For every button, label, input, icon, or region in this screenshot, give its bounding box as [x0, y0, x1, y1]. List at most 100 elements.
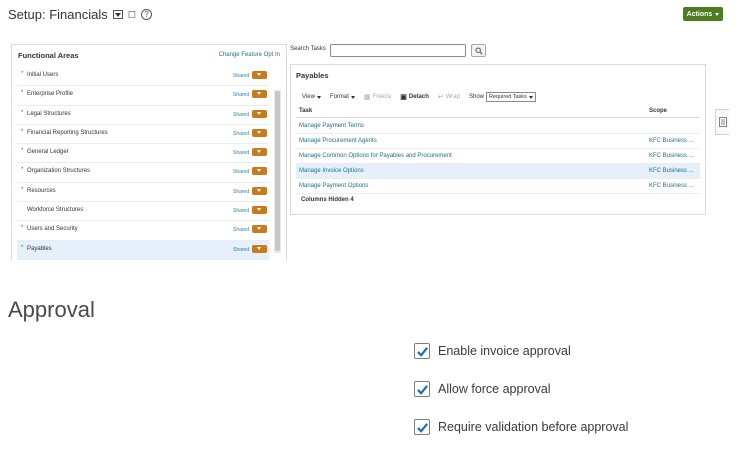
table-row[interactable]: Manage Payment Options KFC Business ... — [296, 179, 700, 194]
functional-area-row[interactable]: * Organization Structures Shared — [17, 163, 269, 183]
show-select[interactable]: Required Tasks — [486, 92, 536, 102]
checkmark-icon — [416, 422, 428, 433]
functional-area-row[interactable]: * Financial Reporting Structures Shared — [17, 125, 269, 145]
approval-checkbox[interactable] — [414, 419, 430, 435]
functional-area-label: Financial Reporting Structures — [27, 129, 108, 136]
wrap-label: Wrap — [445, 94, 460, 100]
row-menu-toggle-icon[interactable] — [252, 148, 267, 157]
functional-area-row[interactable]: * Payables Shared — [17, 240, 269, 260]
actions-button[interactable]: Actions — [683, 7, 723, 21]
chevron-down-icon — [316, 95, 321, 99]
row-menu-toggle-icon[interactable] — [252, 167, 267, 176]
checkmark-icon — [416, 384, 428, 395]
change-feature-opt-in-link[interactable]: Change Feature Opt In — [219, 52, 280, 58]
functional-area-row[interactable]: * Legal Structures Shared — [17, 106, 269, 125]
page-title: Setup: Financials — [8, 7, 108, 22]
required-icon: * — [21, 167, 24, 174]
functional-areas-scrollbar-thumb[interactable] — [275, 91, 280, 251]
functional-area-row[interactable]: * Enterprise Profile Shared — [17, 86, 269, 106]
freeze-button[interactable]: ▦ Freeze — [364, 93, 391, 101]
required-icon: * — [21, 225, 24, 232]
functional-area-status: Shared — [233, 150, 250, 157]
required-icon: * — [21, 186, 24, 193]
checkmark-icon — [416, 346, 428, 357]
show-select-value: Required Tasks — [489, 94, 527, 100]
required-icon: * — [21, 128, 24, 135]
payables-panel: Payables View Format ▦ Freeze ▣ Detach ↵… — [290, 64, 706, 215]
format-menu[interactable]: Format — [330, 94, 355, 100]
approval-option[interactable]: Enable invoice approval — [414, 343, 571, 359]
approval-checkbox[interactable] — [414, 343, 430, 359]
row-menu-toggle-icon[interactable] — [252, 90, 267, 99]
required-icon: * — [21, 71, 24, 77]
task-link[interactable]: Manage Procurement Agents — [299, 138, 377, 144]
approval-option-label: Allow force approval — [438, 382, 551, 396]
table-row[interactable]: Manage Common Options for Payables and P… — [296, 149, 700, 164]
row-menu-toggle-icon[interactable] — [252, 225, 267, 234]
task-link[interactable]: Manage Invoice Options — [299, 168, 364, 174]
freeze-label: Freeze — [372, 94, 392, 100]
task-link[interactable]: Manage Common Options for Payables and P… — [299, 153, 452, 159]
functional-area-row[interactable]: * General Ledger Shared — [17, 144, 269, 164]
show-label: Show — [468, 94, 484, 100]
task-link[interactable]: Manage Payment Options — [299, 183, 368, 189]
table-row[interactable]: Manage Payment Terms — [296, 119, 700, 134]
column-header-scope[interactable]: Scope — [649, 108, 667, 114]
functional-area-status: Shared — [233, 111, 250, 118]
functional-area-label: Users and Security — [27, 226, 78, 233]
row-menu-toggle-icon[interactable] — [252, 71, 267, 79]
format-menu-label: Format — [329, 94, 349, 100]
payables-title: Payables — [296, 71, 329, 80]
actions-button-label: Actions — [686, 10, 713, 18]
functional-area-status: Shared — [233, 130, 250, 137]
functional-area-row[interactable]: * Initial Users Shared — [17, 67, 269, 87]
scope-link[interactable]: KFC Business ... — [649, 183, 694, 189]
wrap-icon: ↵ — [437, 94, 444, 101]
table-row[interactable]: Manage Procurement Agents KFC Business ..… — [296, 134, 700, 149]
search-tasks-input[interactable] — [330, 44, 466, 57]
row-menu-toggle-icon[interactable] — [252, 186, 267, 195]
row-menu-toggle-icon[interactable] — [252, 128, 267, 137]
required-icon: * — [21, 148, 24, 155]
functional-area-label: General Ledger — [27, 149, 69, 156]
required-icon: * — [21, 244, 24, 251]
row-menu-toggle-icon[interactable] — [252, 206, 267, 215]
freeze-icon: ▦ — [363, 94, 371, 101]
functional-area-row[interactable]: * Users and Security Shared — [17, 221, 269, 241]
page-title-bar: Setup: Financials ◻ ? — [8, 7, 153, 22]
help-icon[interactable]: ? — [141, 9, 153, 20]
approval-section-title: Approval — [8, 297, 95, 322]
chevron-down-icon — [350, 95, 355, 99]
functional-area-status: Shared — [233, 246, 250, 253]
scope-link[interactable]: KFC Business ... — [649, 138, 694, 144]
approval-option[interactable]: Require validation before approval — [414, 419, 628, 435]
table-row[interactable]: Manage Invoice Options KFC Business ... — [296, 164, 700, 179]
approval-option[interactable]: Allow force approval — [414, 381, 551, 397]
approval-checkbox[interactable] — [414, 381, 430, 397]
search-tasks-label: Search Tasks — [290, 46, 326, 52]
functional-area-status: Shared — [233, 92, 250, 99]
view-menu[interactable]: View — [302, 94, 321, 100]
wrap-button[interactable]: ↵ Wrap — [438, 93, 460, 101]
columns-hidden-status: Columns Hidden 4 — [301, 197, 354, 203]
approval-option-label: Require validation before approval — [438, 420, 629, 434]
row-menu-toggle-icon[interactable] — [252, 244, 267, 253]
side-panel-toggle[interactable] — [715, 109, 729, 135]
functional-area-status: Shared — [233, 208, 250, 215]
detach-button[interactable]: ▣ Detach — [400, 93, 429, 101]
scope-link[interactable]: KFC Business ... — [649, 168, 694, 174]
columns-hidden-count: 4 — [350, 197, 354, 203]
chevron-down-icon — [528, 95, 533, 99]
functional-area-row[interactable]: * Resources Shared — [17, 183, 269, 203]
search-button[interactable] — [471, 44, 486, 57]
functional-area-label: Organization Structures — [27, 168, 91, 175]
scope-link[interactable]: KFC Business ... — [649, 153, 694, 159]
title-menu-dropdown-icon[interactable] — [112, 10, 123, 19]
functional-area-row[interactable]: Workforce Structures Shared — [17, 202, 269, 222]
row-menu-toggle-icon[interactable] — [252, 109, 267, 118]
column-header-task[interactable]: Task — [299, 108, 312, 114]
functional-area-label: Enterprise Profile — [27, 91, 74, 98]
task-grid-header: Task Scope — [296, 105, 700, 118]
task-link[interactable]: Manage Payment Terms — [299, 123, 364, 129]
comment-icon[interactable]: ◻ — [128, 9, 136, 20]
